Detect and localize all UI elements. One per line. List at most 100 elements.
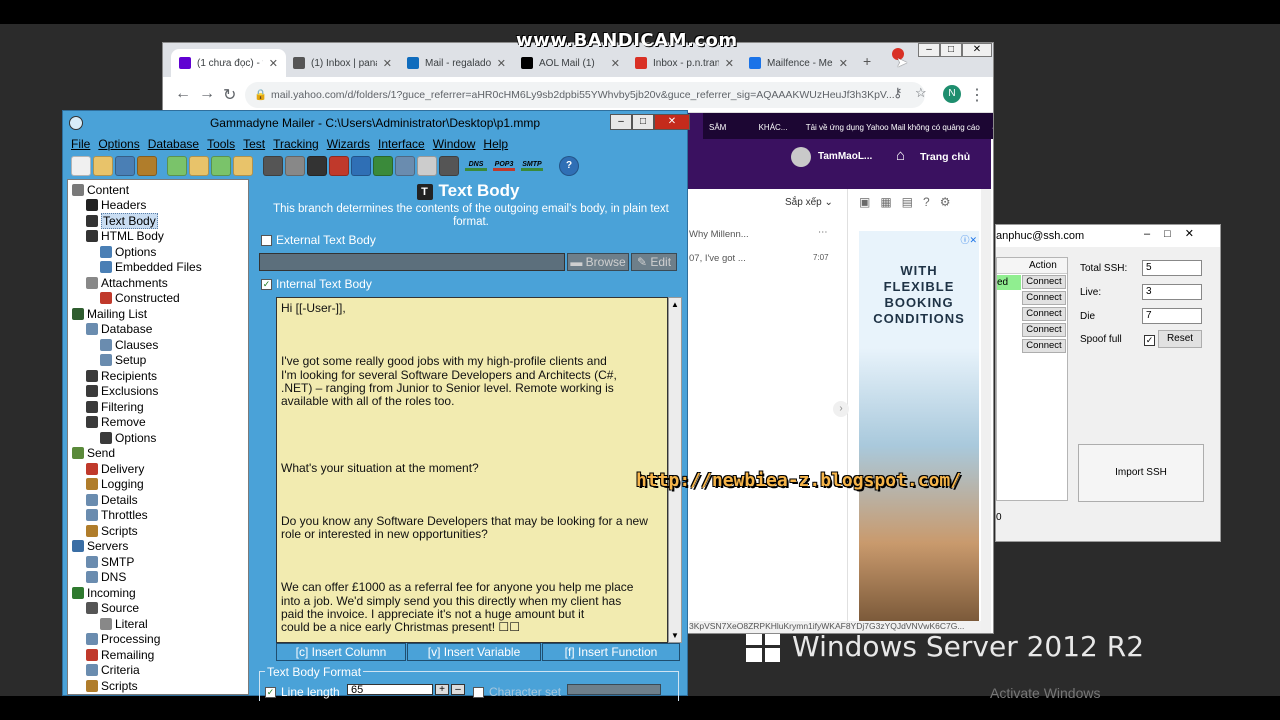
tree-item-html-body[interactable]: HTML Body: [86, 229, 164, 244]
line-length-field[interactable]: 65: [347, 684, 433, 695]
star-icon[interactable]: ☆: [915, 85, 927, 101]
tree-item-constructed[interactable]: Constructed: [100, 291, 180, 306]
tree-item-remove[interactable]: Remove: [86, 415, 146, 430]
maximize-button[interactable]: □: [940, 43, 962, 57]
list-item[interactable]: Why Millenn...: [689, 229, 749, 240]
sort-dropdown[interactable]: Sắp xếp ⌄: [785, 197, 833, 208]
tab-close-icon[interactable]: ✕: [839, 57, 848, 70]
new-tab-button[interactable]: +: [863, 53, 879, 69]
tab-5[interactable]: Mailfence - Mes ✕: [741, 49, 856, 77]
tree-item-criteria[interactable]: Criteria: [86, 663, 140, 678]
insert-column-button[interactable]: [c] Insert Column: [276, 643, 406, 661]
menu-file[interactable]: File: [71, 135, 90, 153]
tree-item-incoming[interactable]: Incoming: [72, 585, 136, 600]
tab-close-icon[interactable]: ✕: [383, 57, 392, 70]
import-icon[interactable]: [189, 156, 209, 176]
tools-icon[interactable]: [351, 156, 371, 176]
paste-icon[interactable]: [417, 156, 437, 176]
pop3-test-icon[interactable]: POP3: [493, 161, 515, 171]
close-button[interactable]: ✕: [962, 43, 992, 57]
open-icon[interactable]: [93, 156, 113, 176]
tree-item-options[interactable]: Options: [100, 244, 156, 259]
ad-close-icon[interactable]: ⓘ✕: [960, 233, 977, 246]
stamp-icon[interactable]: [439, 156, 459, 176]
add-icon[interactable]: [167, 156, 187, 176]
live-field[interactable]: 3: [1142, 284, 1202, 300]
scroll-up-icon[interactable]: ▲: [671, 300, 679, 309]
tree-item-scripts[interactable]: Scripts: [86, 523, 138, 538]
connect-button[interactable]: Connect: [1022, 323, 1066, 337]
dns-test-icon[interactable]: DNS: [465, 161, 487, 171]
tab-0[interactable]: (1 chưa đọc) - ta ✕: [171, 49, 286, 77]
tree-item-details[interactable]: Details: [86, 492, 138, 507]
tree-item-send[interactable]: Send: [72, 446, 115, 461]
character-set-checkbox[interactable]: [473, 687, 484, 698]
menu-test[interactable]: Test: [243, 135, 265, 153]
yahoo-scrollbar[interactable]: [981, 189, 991, 633]
tab-close-icon[interactable]: ✕: [497, 57, 506, 70]
smtp-test-icon[interactable]: SMTP: [521, 161, 543, 171]
copy-icon[interactable]: [395, 156, 415, 176]
decrement-button[interactable]: –: [451, 684, 465, 695]
reload-icon[interactable]: ↻: [223, 85, 236, 105]
connect-button[interactable]: Connect: [1022, 307, 1066, 321]
tree-item-database[interactable]: Database: [86, 322, 152, 337]
tab-close-icon[interactable]: ✕: [269, 57, 278, 70]
tree-item-attachments[interactable]: Attachments: [86, 275, 168, 290]
tab-4[interactable]: Inbox - p.n.tran ✕: [627, 49, 742, 77]
ssh-window-controls[interactable]: –□✕: [1144, 227, 1220, 240]
insert-variable-button[interactable]: [v] Insert Variable: [407, 643, 541, 661]
connect-button[interactable]: Connect: [1022, 275, 1066, 289]
menu-wizards[interactable]: Wizards: [327, 135, 370, 153]
yahoo-user-name[interactable]: TamMaoL...: [818, 151, 872, 162]
menu-tracking[interactable]: Tracking: [273, 135, 319, 153]
tree-item-processing[interactable]: Processing: [86, 632, 160, 647]
connect-button[interactable]: Connect: [1022, 339, 1066, 353]
home-link[interactable]: Trang chủ: [920, 151, 970, 163]
yahoo-toolbar-icons[interactable]: ▣▦▤?⚙: [859, 195, 960, 209]
tree-item-servers[interactable]: Servers: [72, 539, 128, 554]
list-item[interactable]: 07, I've got ...: [689, 253, 746, 264]
close-button[interactable]: ✕: [654, 114, 690, 130]
tree-item-source[interactable]: Source: [86, 601, 139, 616]
tree-item-remailing[interactable]: Remailing: [86, 647, 154, 662]
external-text-body-checkbox[interactable]: [261, 235, 272, 246]
chevron-right-icon[interactable]: ›: [833, 401, 849, 417]
minimize-button[interactable]: –: [918, 43, 940, 57]
tree-item-content[interactable]: Content: [72, 182, 129, 197]
menu-help[interactable]: Help: [483, 135, 508, 153]
internal-text-body-checkbox[interactable]: ✓: [261, 279, 272, 290]
tree-item-recipients[interactable]: Recipients: [86, 368, 157, 383]
text-body-editor[interactable]: Hi [[-User-]], I've got some really good …: [276, 297, 668, 643]
profile-avatar[interactable]: N: [943, 85, 961, 103]
tab-2[interactable]: Mail - regalado ✕: [399, 49, 514, 77]
forward-icon[interactable]: →: [199, 85, 215, 103]
total-field[interactable]: 5: [1142, 260, 1202, 276]
tree-item-embedded-files[interactable]: Embedded Files: [100, 260, 202, 275]
character-set-select[interactable]: [567, 684, 661, 695]
save-icon[interactable]: [115, 156, 135, 176]
user-icon[interactable]: [263, 156, 283, 176]
connect-button[interactable]: Connect: [1022, 291, 1066, 305]
new-icon[interactable]: [71, 156, 91, 176]
home-icon[interactable]: ⌂: [896, 147, 905, 164]
user-avatar[interactable]: [791, 147, 811, 167]
insert-function-button[interactable]: [f] Insert Function: [542, 643, 680, 661]
tree-item-delivery[interactable]: Delivery: [86, 461, 144, 476]
tree-item-exclusions[interactable]: Exclusions: [86, 384, 158, 399]
increment-button[interactable]: +: [435, 684, 449, 695]
menu-options[interactable]: Options: [98, 135, 139, 153]
tree-item-filtering[interactable]: Filtering: [86, 399, 144, 414]
test-icon[interactable]: [329, 156, 349, 176]
tree-item-setup[interactable]: Setup: [100, 353, 146, 368]
tree-item-throttles[interactable]: Throttles: [86, 508, 148, 523]
back-icon[interactable]: ←: [175, 85, 191, 103]
tree-item-dns[interactable]: DNS: [86, 570, 126, 585]
tree-item-headers[interactable]: Headers: [86, 198, 146, 213]
tree-item-mailing-list[interactable]: Mailing List: [72, 306, 147, 321]
address-bar[interactable]: 🔒 mail.yahoo.com/d/folders/1?guce_referr…: [245, 82, 925, 108]
tab-3[interactable]: AOL Mail (1) ✕: [513, 49, 628, 77]
browse-button[interactable]: ▬ Browse: [567, 253, 629, 271]
tree-item-text-body[interactable]: Text Body: [86, 212, 158, 229]
find-icon[interactable]: [285, 156, 305, 176]
